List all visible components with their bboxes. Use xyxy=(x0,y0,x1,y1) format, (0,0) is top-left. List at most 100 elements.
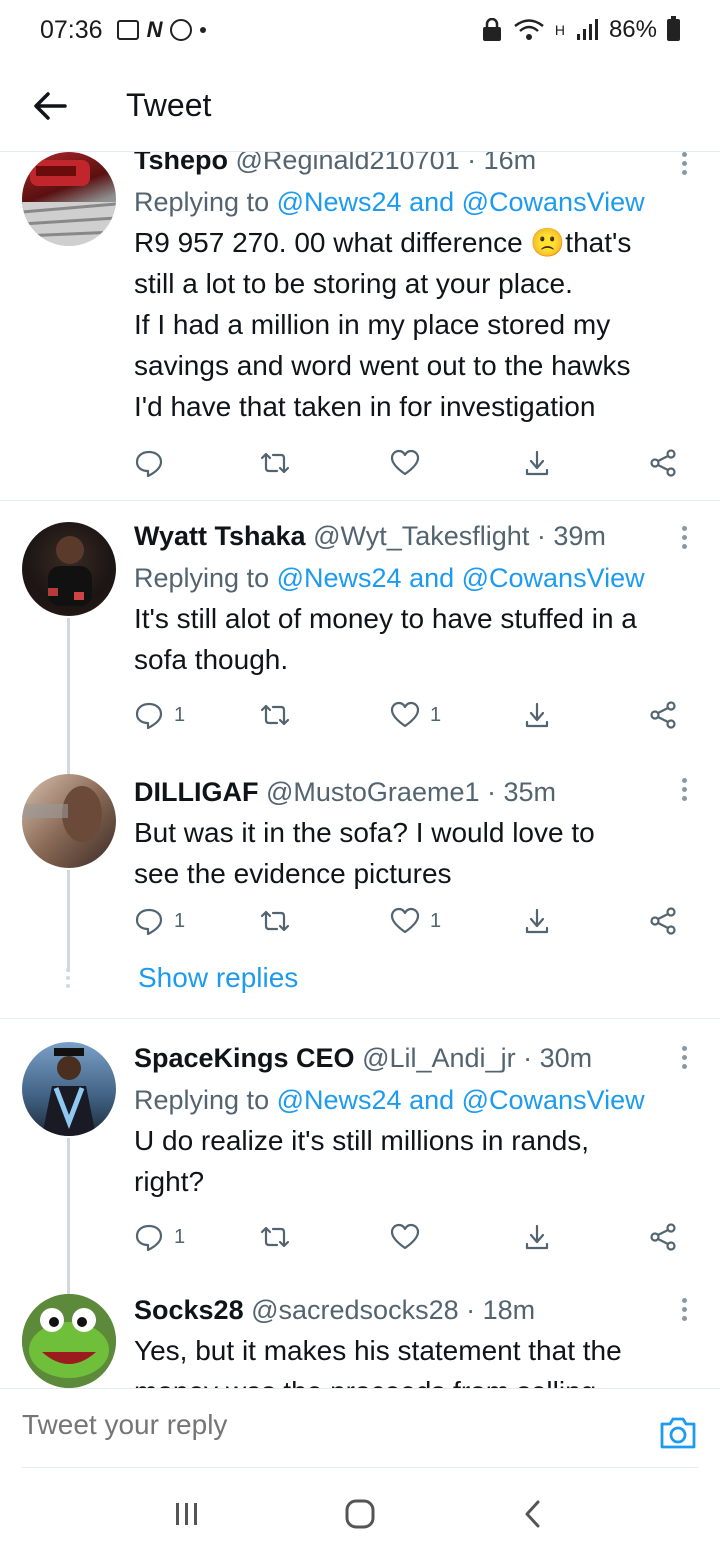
whatsapp-icon xyxy=(170,19,193,41)
reply-count: 1 xyxy=(174,703,186,726)
battery-percent: 86% xyxy=(608,16,657,43)
heart-icon xyxy=(390,1223,420,1250)
replying-mentions[interactable]: @News24 and @CowansView xyxy=(277,563,645,593)
author-handle[interactable]: @Wyt_Takesflight xyxy=(313,521,529,551)
like-button[interactable] xyxy=(390,448,430,478)
replying-mentions[interactable]: @News24 and @CowansView xyxy=(277,1085,645,1115)
system-nav-bar xyxy=(0,1468,720,1560)
like-button[interactable] xyxy=(390,1222,430,1252)
tweet-time: 35m xyxy=(503,777,557,807)
share-button[interactable] xyxy=(648,906,678,936)
reply-button[interactable] xyxy=(134,448,174,478)
home-button[interactable] xyxy=(330,1484,390,1544)
back-button[interactable] xyxy=(20,76,80,136)
battery-icon xyxy=(667,16,680,41)
more-options-icon[interactable] xyxy=(682,778,690,805)
share-button[interactable] xyxy=(648,1222,678,1252)
reply-feed[interactable]: Tshepo @Reginald210701 · 16m Replying to… xyxy=(0,152,720,1388)
reply-button[interactable]: 1 xyxy=(134,906,185,936)
tweet-text-line: money was the proceeds from selling xyxy=(134,1371,700,1388)
download-button[interactable] xyxy=(522,906,552,936)
replying-prefix: Replying to xyxy=(134,187,270,217)
tweet-meta: DILLIGAF @MustoGraeme1 · 35m xyxy=(134,774,700,810)
author-name[interactable]: Wyatt Tshaka xyxy=(134,521,306,551)
recents-icon xyxy=(175,1503,197,1525)
reply-count: 1 xyxy=(174,1225,186,1248)
heart-icon xyxy=(390,907,420,934)
camera-button[interactable] xyxy=(658,1415,698,1451)
tweet-text: But was it in the sofa? I would love to … xyxy=(134,812,700,894)
more-notifications-icon xyxy=(200,27,207,33)
tweet-text-line: If I had a million in my place stored my xyxy=(134,309,611,340)
avatar[interactable] xyxy=(22,1042,116,1136)
tweet-text-line: savings and word went out to the hawks xyxy=(134,350,631,381)
avatar[interactable] xyxy=(22,152,116,246)
download-button[interactable] xyxy=(522,1222,552,1252)
like-button[interactable]: 1 xyxy=(390,700,441,730)
more-options-icon[interactable] xyxy=(682,526,690,553)
share-button[interactable] xyxy=(648,700,678,730)
tweet-text-line: sofa though. xyxy=(134,644,289,675)
reply-composer xyxy=(0,1388,720,1469)
tweet-text-line: Yes, but it makes his statement that the xyxy=(134,1335,622,1366)
back-nav-button[interactable] xyxy=(503,1484,563,1544)
more-options-icon[interactable] xyxy=(682,152,690,179)
author-name[interactable]: Tshepo xyxy=(134,152,228,175)
replying-mentions[interactable]: @News24 and @CowansView xyxy=(277,187,645,217)
network-type-label: H xyxy=(554,22,565,38)
author-name[interactable]: Socks28 xyxy=(134,1295,244,1325)
like-count: 1 xyxy=(430,909,442,932)
tweet-item[interactable]: Tshepo @Reginald210701 · 16m Replying to… xyxy=(0,152,720,500)
more-options-icon[interactable] xyxy=(682,1046,690,1073)
author-handle[interactable]: @MustoGraeme1 xyxy=(266,777,479,807)
avatar-image xyxy=(22,1294,116,1388)
reply-input[interactable] xyxy=(22,1409,622,1441)
avatar-image xyxy=(48,536,92,606)
tweet-time: 18m xyxy=(482,1295,536,1325)
avatar-image xyxy=(42,1048,96,1136)
replying-prefix: Replying to xyxy=(134,563,270,593)
author-handle[interactable]: @Reginald210701 xyxy=(236,152,460,175)
notification-icons: N xyxy=(116,17,207,43)
avatar[interactable] xyxy=(22,522,116,616)
tweet-item[interactable]: SpaceKings CEO @Lil_Andi_jr · 30m Replyi… xyxy=(0,1040,720,1298)
replying-prefix: Replying to xyxy=(134,1085,270,1115)
share-button[interactable] xyxy=(648,448,678,478)
author-handle[interactable]: @sacredsocks28 xyxy=(251,1295,459,1325)
tweet-text-line: right? xyxy=(134,1166,205,1197)
page-title: Tweet xyxy=(126,87,212,123)
reply-button[interactable]: 1 xyxy=(134,1222,185,1252)
show-replies-link[interactable]: Show replies xyxy=(138,962,298,994)
tweet-item[interactable]: DILLIGAF @MustoGraeme1 · 35m But was it … xyxy=(0,774,720,1014)
avatar[interactable] xyxy=(22,774,116,868)
tweet-meta: SpaceKings CEO @Lil_Andi_jr · 30m xyxy=(134,1040,700,1076)
share-icon xyxy=(650,701,676,729)
download-button[interactable] xyxy=(522,448,552,478)
avatar[interactable] xyxy=(22,1294,116,1388)
separator: · xyxy=(523,1043,533,1073)
more-options-icon[interactable] xyxy=(682,1298,690,1325)
reply-button[interactable]: 1 xyxy=(134,700,185,730)
retweet-button[interactable] xyxy=(260,906,290,936)
separator: · xyxy=(467,152,477,175)
author-name[interactable]: SpaceKings CEO xyxy=(134,1043,355,1073)
wifi-icon xyxy=(514,19,544,40)
tweet-item[interactable]: Socks28 @sacredsocks28 · 18m Yes, but it… xyxy=(0,1294,720,1388)
retweet-button[interactable] xyxy=(260,448,290,478)
author-name[interactable]: DILLIGAF xyxy=(134,777,258,807)
download-icon xyxy=(525,450,549,476)
author-handle[interactable]: @Lil_Andi_jr xyxy=(362,1043,515,1073)
download-button[interactable] xyxy=(522,700,552,730)
like-button[interactable]: 1 xyxy=(390,906,441,936)
tweet-item[interactable]: Wyatt Tshaka @Wyt_Takesflight · 39m Repl… xyxy=(0,521,720,778)
tweet-text-line: R9 957 270. 00 what difference 🙁that's xyxy=(134,227,632,258)
retweet-icon xyxy=(260,452,290,474)
recents-button[interactable] xyxy=(157,1484,217,1544)
divider xyxy=(0,1018,720,1019)
tweet-text-line: I'd have that taken in for investigation xyxy=(134,391,596,422)
retweet-button[interactable] xyxy=(260,700,290,730)
tweet-text-line: U do realize it's still millions in rand… xyxy=(134,1125,590,1156)
share-icon xyxy=(650,1223,676,1251)
retweet-button[interactable] xyxy=(260,1222,290,1252)
like-count: 1 xyxy=(430,703,442,726)
